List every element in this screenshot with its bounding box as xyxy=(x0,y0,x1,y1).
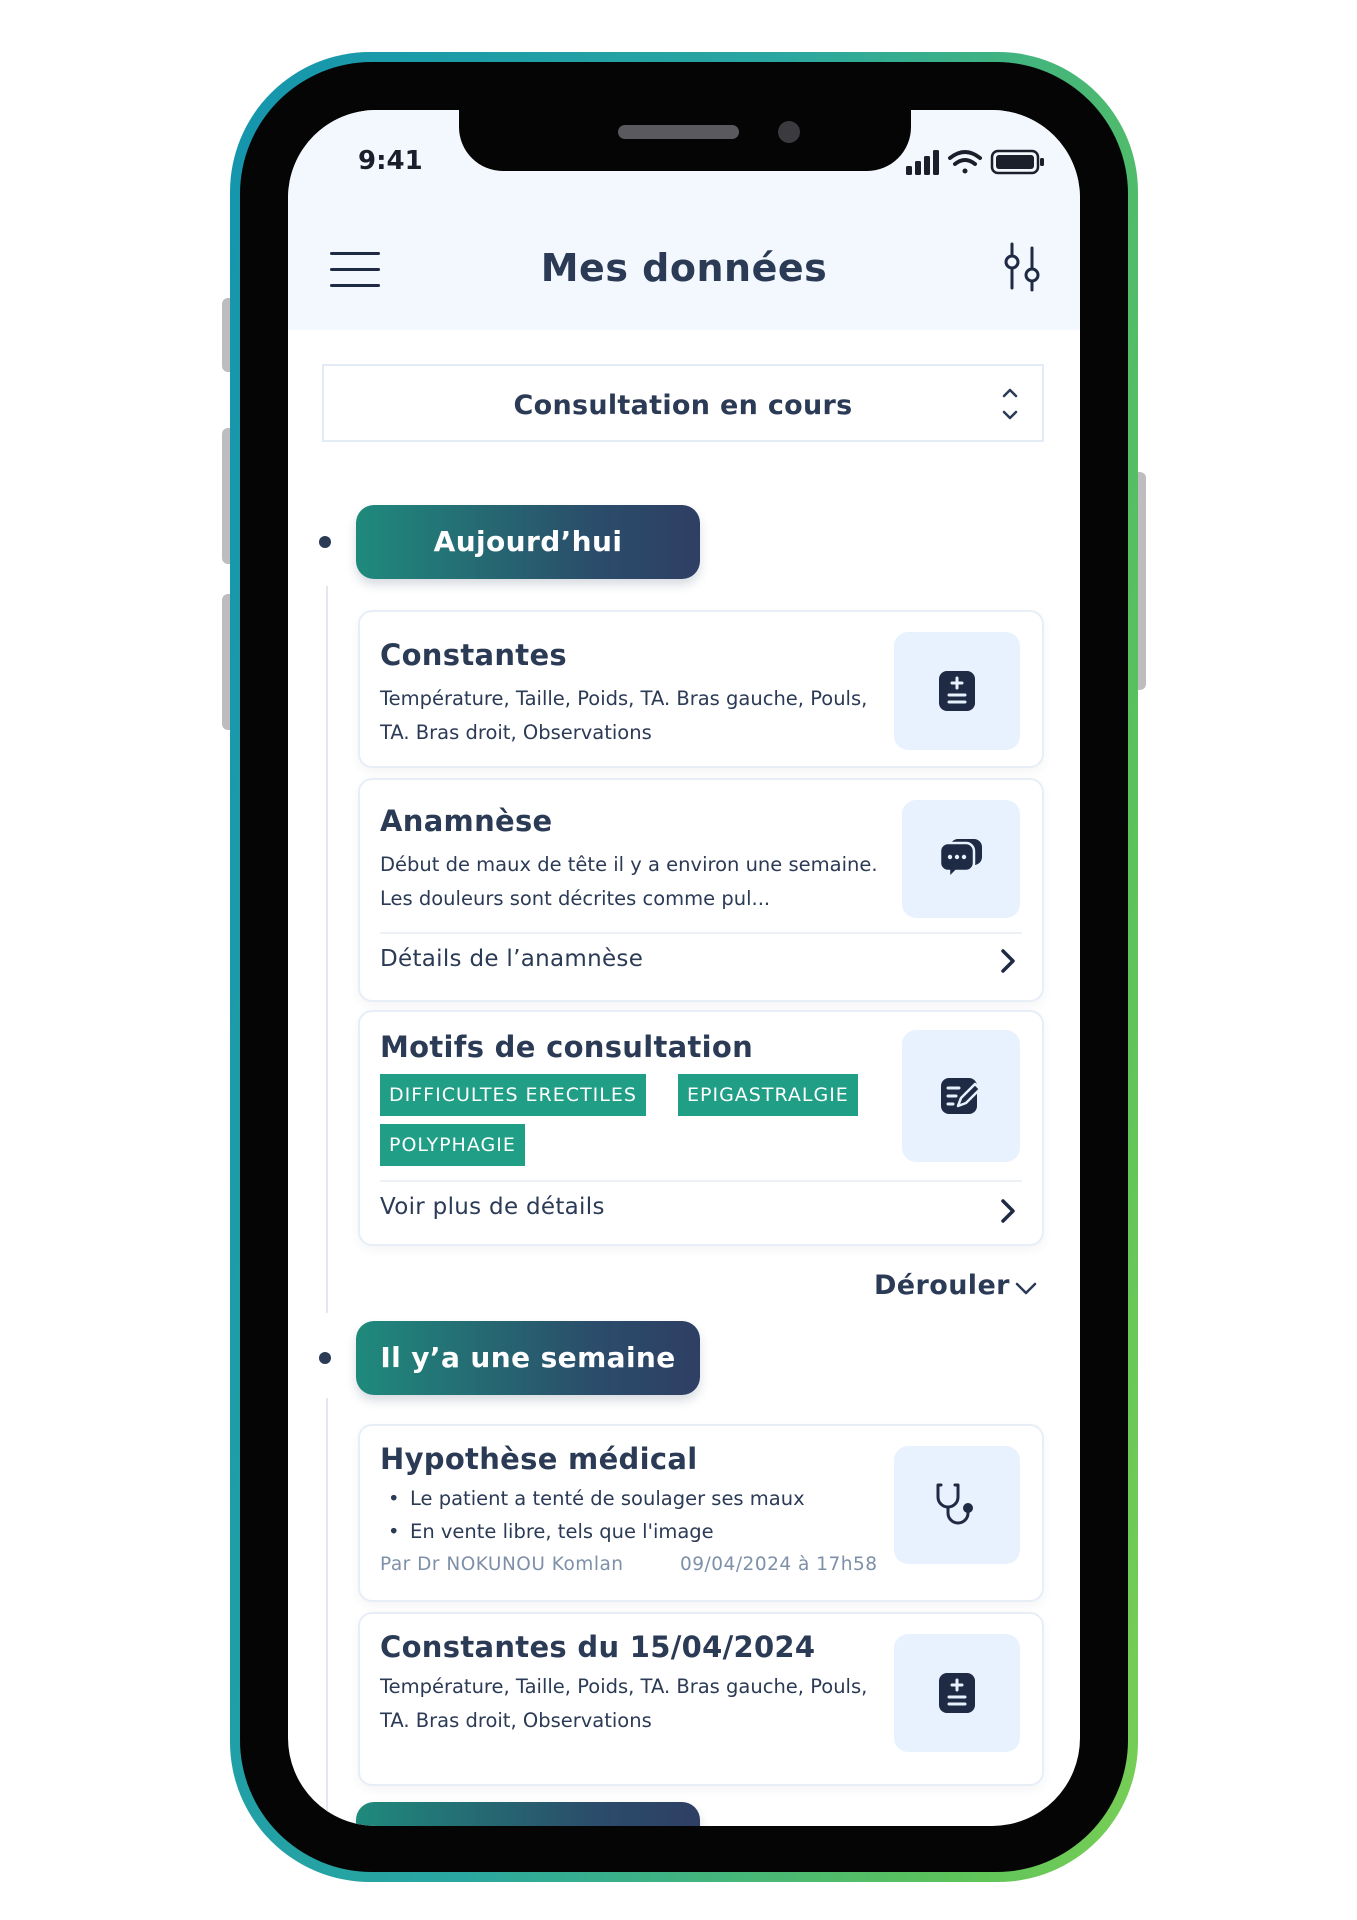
status-time: 9:41 xyxy=(358,146,423,176)
card-title: Constantes du 15/04/2024 xyxy=(380,1630,816,1664)
stethoscope-icon xyxy=(936,1483,973,1525)
reason-tag: DIFFICULTES ERECTILES xyxy=(380,1074,646,1116)
filter-settings-icon[interactable] xyxy=(1000,242,1044,292)
selector-label: Consultation en cours xyxy=(513,390,853,421)
timeline-dot xyxy=(319,1352,331,1364)
signal-icon xyxy=(906,150,939,175)
battery-icon xyxy=(990,149,1044,175)
edit-note-icon xyxy=(941,1078,982,1114)
card-divider xyxy=(380,932,1022,934)
bullet-item: En vente libre, tels que l'image xyxy=(380,1515,900,1548)
status-icons xyxy=(906,149,1044,175)
speaker-grille xyxy=(618,125,739,139)
consultation-selector[interactable]: Consultation en cours xyxy=(322,364,1044,442)
card-divider xyxy=(380,1180,1022,1182)
group-next-label xyxy=(356,1802,700,1826)
card-constantes-dated[interactable]: Constantes du 15/04/2024 Température, Ta… xyxy=(358,1612,1044,1786)
group-today-label: Aujourd’hui xyxy=(356,505,700,579)
card-title: Anamnèse xyxy=(380,804,553,838)
card-title: Hypothèse médical xyxy=(380,1442,698,1476)
card-title: Motifs de consultation xyxy=(380,1030,754,1064)
card-icon-box xyxy=(894,1446,1020,1564)
timeline-line xyxy=(326,586,328,1313)
card-icon-box xyxy=(894,632,1020,750)
chat-bubbles-icon xyxy=(938,839,982,881)
author-label: Par Dr NOKUNOU Komlan xyxy=(380,1554,624,1575)
chevron-right-icon[interactable] xyxy=(1000,948,1016,974)
card-hypothese-medical[interactable]: Hypothèse médical Le patient a tenté de … xyxy=(358,1424,1044,1602)
page-title: Mes données xyxy=(540,246,828,290)
card-icon-box xyxy=(894,1634,1020,1752)
wifi-icon xyxy=(948,150,982,174)
more-details-link[interactable]: Voir plus de détails xyxy=(380,1194,605,1220)
reason-tag: POLYPHAGIE xyxy=(380,1124,525,1166)
card-text: Température, Taille, Poids, TA. Bras gau… xyxy=(380,687,868,744)
timeline-line xyxy=(326,1398,328,1826)
anamnese-details-link[interactable]: Détails de l’anamnèse xyxy=(380,946,643,972)
front-camera xyxy=(778,121,800,143)
group-last-week-label: Il y’a une semaine xyxy=(356,1321,700,1395)
hypothesis-bullets: Le patient a tenté de soulager ses maux … xyxy=(380,1482,900,1548)
reason-tag: EPIGASTRALGIE xyxy=(678,1074,858,1116)
card-text: Début de maux de tête il y a environ une… xyxy=(380,853,878,910)
chevron-down-icon[interactable] xyxy=(1014,1280,1038,1298)
chevron-up-down-icon xyxy=(1002,388,1018,420)
card-anamnese[interactable]: Anamnèse Début de maux de tête il y a en… xyxy=(358,778,1044,1002)
card-icon-box xyxy=(902,1030,1020,1162)
unroll-button[interactable]: Dérouler xyxy=(874,1270,1010,1301)
timeline-dot xyxy=(319,536,331,548)
card-constantes[interactable]: Constantes Température, Taille, Poids, T… xyxy=(358,610,1044,768)
chevron-right-icon[interactable] xyxy=(1000,1198,1016,1224)
clipboard-plus-icon xyxy=(939,671,975,711)
bullet-item: Le patient a tenté de soulager ses maux xyxy=(380,1482,900,1515)
card-text: Température, Taille, Poids, TA. Bras gau… xyxy=(380,1675,868,1732)
phone-notch xyxy=(459,108,911,171)
card-title: Constantes xyxy=(380,638,567,672)
app-screen: 9:41 Mes données Consultation en cours A… xyxy=(288,110,1080,1826)
clipboard-plus-icon xyxy=(939,1673,975,1713)
date-label: 09/04/2024 à 17h58 xyxy=(680,1554,878,1575)
card-motifs-consultation[interactable]: Motifs de consultation DIFFICULTES ERECT… xyxy=(358,1010,1044,1246)
card-icon-box xyxy=(902,800,1020,918)
